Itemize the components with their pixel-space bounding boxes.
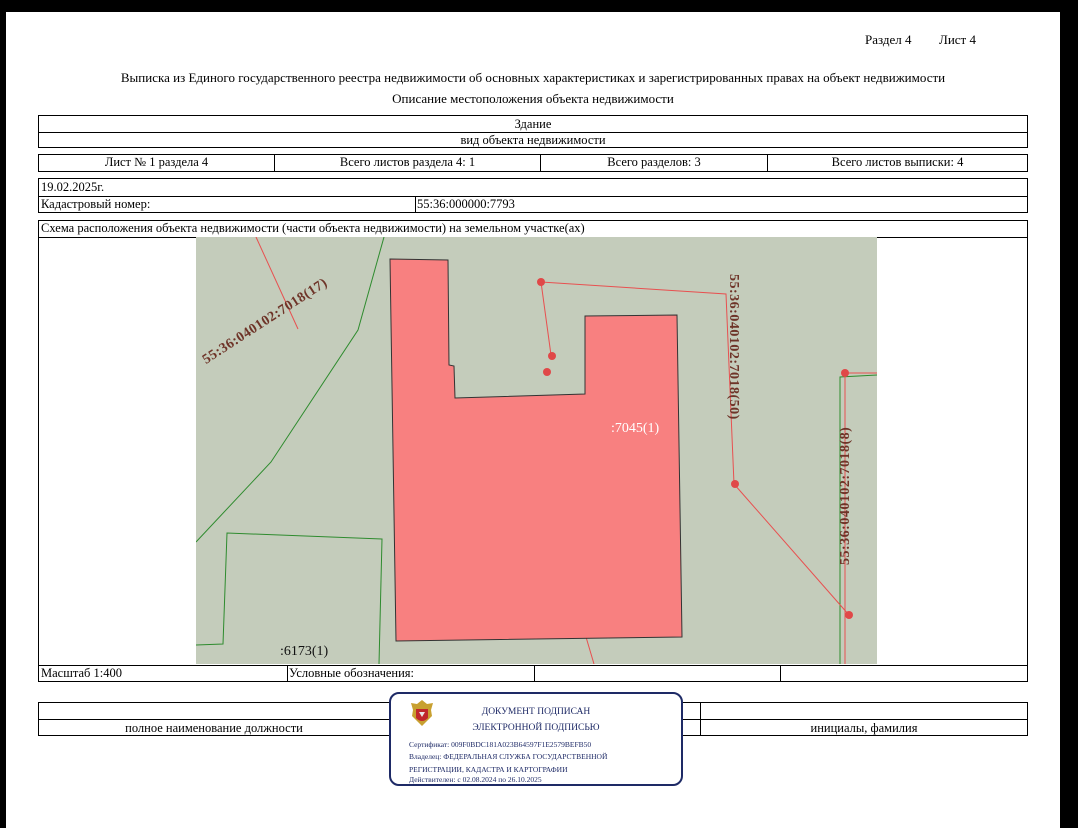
- cadastral-label: Кадастровый номер:: [39, 196, 416, 212]
- total-sheets: Всего листов выписки: 4: [767, 155, 1027, 171]
- parcel-label-8: 55:36:040102:7018(8): [838, 426, 853, 565]
- map-scheme: 55:36:040102:7018(17) 55:36:040102:7018(…: [196, 237, 877, 664]
- sheet-no: Лист № 1 раздела 4: [104, 155, 209, 169]
- document-subtitle: Описание местоположения объекта недвижим…: [392, 91, 674, 106]
- boundary-point: [537, 278, 545, 286]
- total-sections: Всего разделов: 3: [540, 155, 767, 171]
- parcel-label-50: 55:36:040102:7018(50): [726, 274, 741, 420]
- boundary-point: [841, 369, 849, 377]
- map-scale: Масштаб 1:400: [39, 666, 288, 682]
- position-caption: полное наименование должности: [39, 720, 390, 736]
- stamp-line1: ДОКУМЕНТ ПОДПИСАН: [481, 707, 591, 717]
- parcel-label-6173: :6173(1): [280, 644, 329, 659]
- building-polygon: [389, 258, 683, 642]
- cadastral-block: 19.02.2025г. Кадастровый номер: 55:36:00…: [38, 178, 1028, 213]
- initials-caption: инициалы, фамилия: [810, 721, 918, 735]
- stamp-owner-1: Владелец: ФЕДЕРАЛЬНАЯ СЛУЖБА ГОСУДАРСТВЕ…: [409, 752, 608, 761]
- green-boundary-1: [196, 237, 385, 543]
- document-title: Выписка из Единого государственного реес…: [120, 70, 946, 85]
- legend-label: Условные обозначения:: [287, 666, 535, 682]
- red-boundary-bottom: [585, 636, 595, 664]
- red-boundary-small: [540, 281, 552, 356]
- object-type: Здание: [39, 116, 1027, 133]
- stamp-valid: Действителен: с 02.08.2024 по 26.10.2025: [409, 775, 542, 784]
- scheme-title: Схема расположения объекта недвижимости …: [39, 221, 1027, 238]
- object-type-block: Здание вид объекта недвижимости: [38, 115, 1028, 148]
- section-number: Раздел 4: [865, 32, 912, 47]
- object-type-caption: вид объекта недвижимости: [460, 133, 606, 147]
- stamp-owner-2: РЕГИСТРАЦИИ, КАДАСТРА И КАРТОГРАФИИ: [409, 765, 568, 774]
- extract-date: 19.02.2025г.: [39, 179, 1027, 197]
- boundary-point: [731, 480, 739, 488]
- boundary-point: [845, 611, 853, 619]
- total-sheets-section: Всего листов раздела 4: 1: [274, 155, 540, 171]
- sheet-number: Лист 4: [939, 32, 976, 47]
- legend-divider: [780, 666, 781, 682]
- stamp-certificate: Сертификат: 009F0BDC181A023B64597F1E2579…: [409, 740, 592, 749]
- stamp-line2: ЭЛЕКТРОННОЙ ПОДПИСЬЮ: [472, 723, 600, 733]
- boundary-point: [543, 368, 551, 376]
- sheet-info-row: Лист № 1 раздела 4 Всего листов раздела …: [38, 154, 1028, 172]
- boundary-point: [548, 352, 556, 360]
- building-label: :7045(1): [611, 421, 660, 436]
- e-signature-stamp: ДОКУМЕНТ ПОДПИСАН ЭЛЕКТРОННОЙ ПОДПИСЬЮ С…: [389, 692, 683, 786]
- cadastral-number: 55:36:000000:7793: [417, 197, 515, 211]
